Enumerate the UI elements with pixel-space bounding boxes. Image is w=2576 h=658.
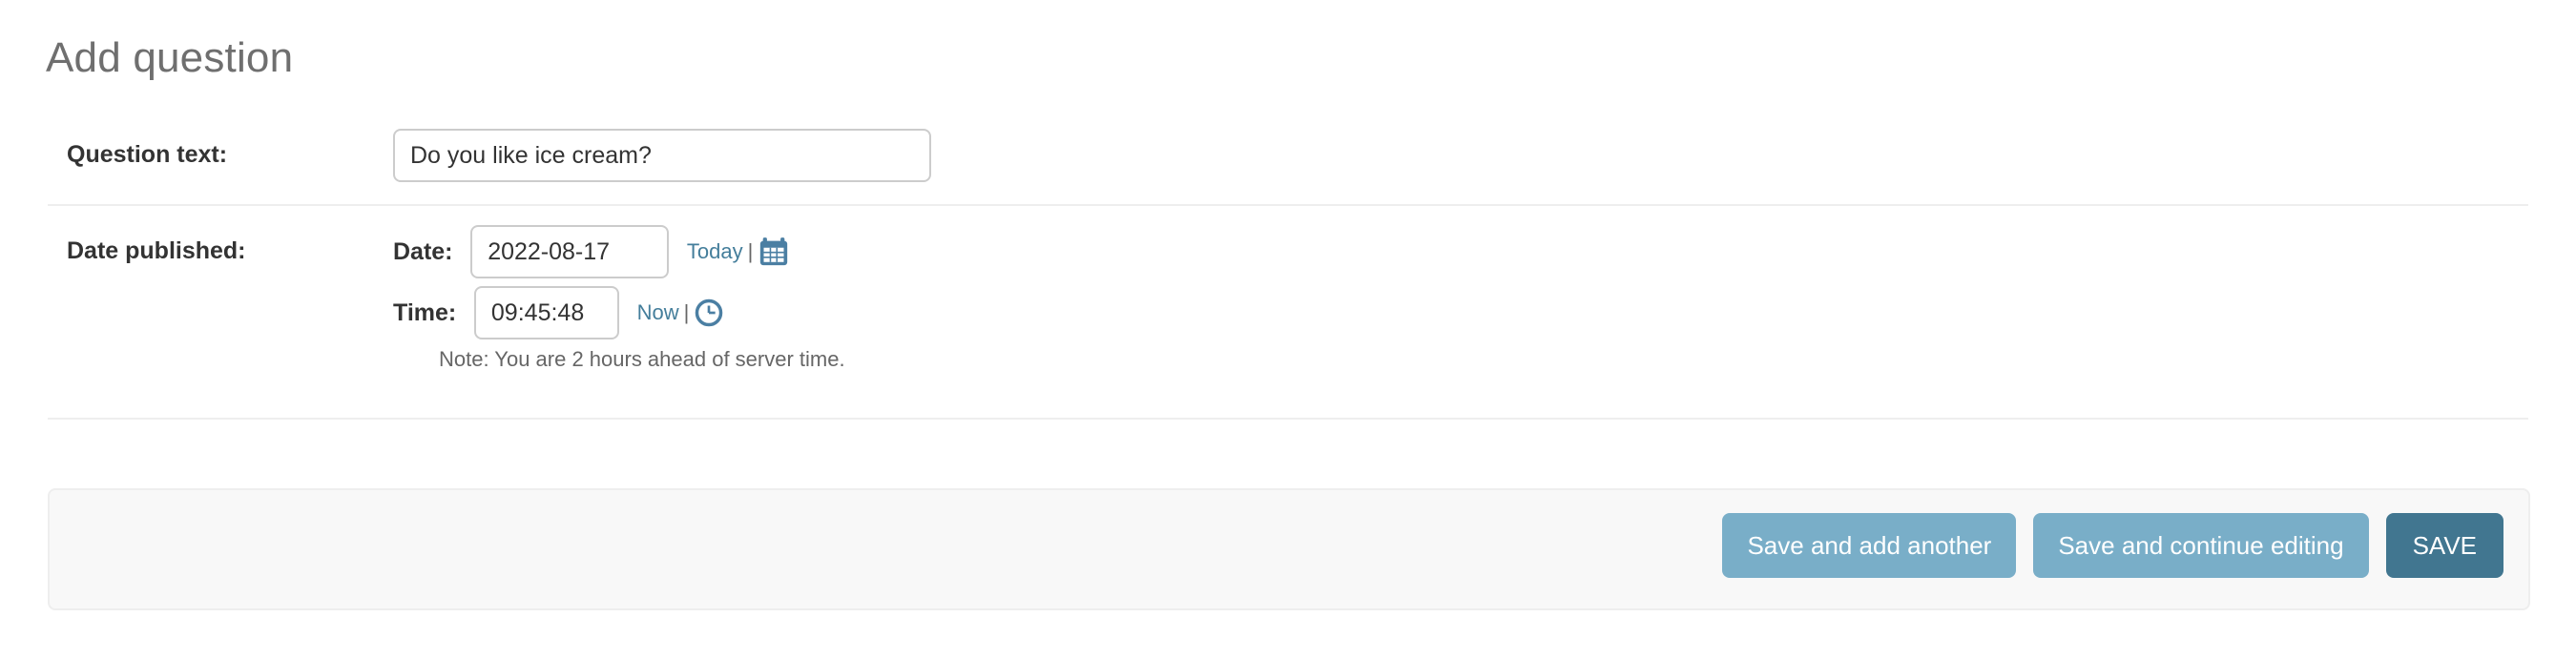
now-link[interactable]: Now xyxy=(637,300,679,324)
calendar-icon[interactable] xyxy=(758,236,790,268)
question-text-input[interactable] xyxy=(393,129,931,182)
time-field-group: Time: Now| xyxy=(393,286,724,339)
date-field-group: Date: Today| xyxy=(393,225,790,278)
save-button[interactable]: SAVE xyxy=(2385,513,2503,578)
date-label: Date: xyxy=(393,237,453,265)
time-shortcut-separator: | xyxy=(683,300,690,324)
submit-buttons: Save and add another Save and continue e… xyxy=(1722,513,2503,578)
form-row-date-published: Date published: Date: Today| xyxy=(48,206,2528,420)
time-input[interactable] xyxy=(473,286,619,339)
save-and-continue-editing-button[interactable]: Save and continue editing xyxy=(2033,513,2369,578)
today-link[interactable]: Today xyxy=(687,239,743,263)
date-shortcut-separator: | xyxy=(747,239,754,263)
save-and-add-another-button[interactable]: Save and add another xyxy=(1722,513,2017,578)
date-shortcuts: Today | xyxy=(687,236,790,268)
timezone-note: Note: You are 2 hours ahead of server ti… xyxy=(439,347,845,371)
submit-row: Save and add another Save and continue e… xyxy=(48,488,2530,610)
form-row-question-text: Question text: xyxy=(48,107,2528,206)
date-input[interactable] xyxy=(470,225,670,278)
date-published-label: Date published: xyxy=(67,237,246,264)
page-title: Add question xyxy=(46,34,294,82)
question-form: Question text: Date published: Date: Tod… xyxy=(0,107,2576,420)
clock-icon[interactable] xyxy=(694,298,724,328)
time-label: Time: xyxy=(393,298,457,326)
question-text-label: Question text: xyxy=(67,141,228,168)
time-shortcuts: Now | xyxy=(637,298,725,328)
